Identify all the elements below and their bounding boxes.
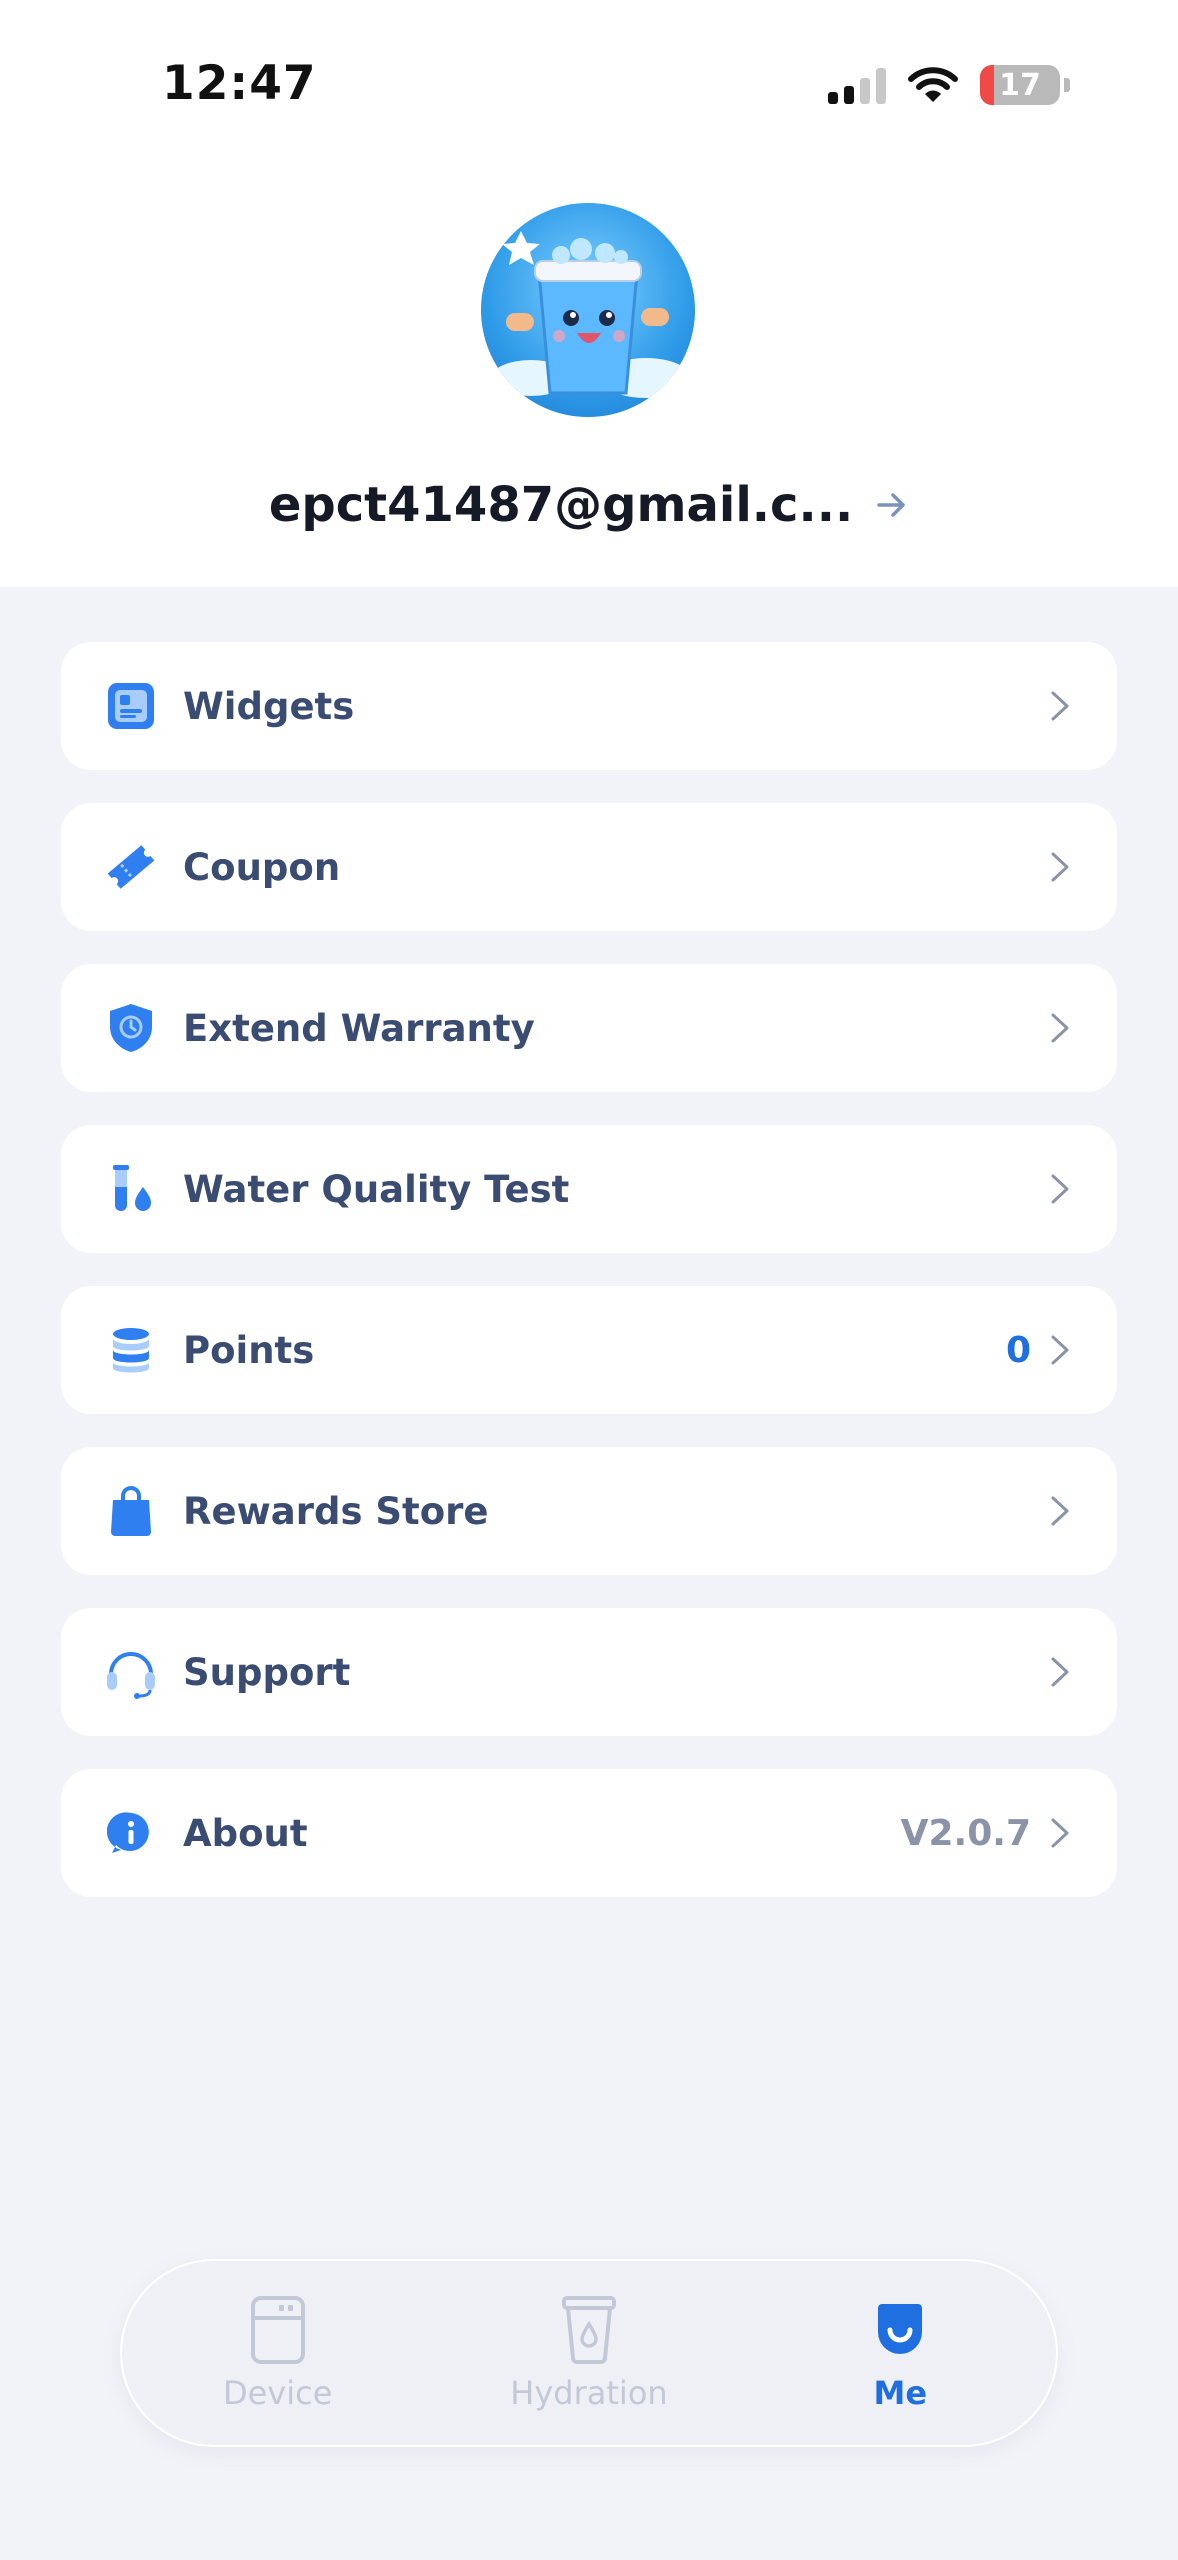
app-version: V2.0.7 xyxy=(900,1812,1031,1854)
tab-label: Hydration xyxy=(510,2374,668,2412)
tab-label: Me xyxy=(873,2374,928,2412)
status-time: 12:47 xyxy=(162,56,317,111)
bottom-tab-bar: Device Hydration Me xyxy=(120,2259,1058,2447)
device-icon xyxy=(250,2296,305,2364)
info-icon xyxy=(103,1805,159,1861)
test-tube-drop-icon xyxy=(103,1161,159,1217)
menu-item-water-quality-test[interactable]: Water Quality Test xyxy=(61,1125,1117,1253)
headset-icon xyxy=(103,1644,159,1700)
points-value: 0 xyxy=(1005,1329,1031,1371)
battery-level: 17 xyxy=(999,67,1041,103)
account-row[interactable]: epct41487@gmail.c... xyxy=(0,470,1178,540)
menu-item-label: Water Quality Test xyxy=(183,1167,570,1211)
battery-tip xyxy=(1064,78,1070,92)
widgets-icon xyxy=(103,678,159,734)
tab-hydration[interactable]: Hydration xyxy=(433,2294,744,2412)
chevron-right-icon xyxy=(1051,1657,1069,1687)
menu-item-rewards-store[interactable]: Rewards Store xyxy=(61,1447,1117,1575)
chevron-right-icon xyxy=(1051,1335,1069,1365)
wifi-icon xyxy=(908,67,958,102)
tab-label: Device xyxy=(222,2374,333,2412)
signal-icon xyxy=(828,66,886,104)
profile-header: 12:47 17 epct41487@gmail.c... xyxy=(0,0,1178,587)
menu-item-support[interactable]: Support xyxy=(61,1608,1117,1736)
water-cup-mascot-icon xyxy=(491,231,691,398)
status-indicators: 17 xyxy=(828,64,1070,106)
menu-item-label: Support xyxy=(183,1650,351,1694)
menu-item-label: Rewards Store xyxy=(183,1489,489,1533)
me-icon xyxy=(878,2304,923,2354)
chevron-right-icon xyxy=(1051,1496,1069,1526)
menu-item-coupon[interactable]: Coupon xyxy=(61,803,1117,931)
cup-icon xyxy=(561,2296,616,2364)
shopping-bag-icon xyxy=(103,1483,159,1539)
menu-item-about[interactable]: About V2.0.7 xyxy=(61,1769,1117,1897)
tab-device[interactable]: Device xyxy=(122,2294,433,2412)
settings-menu: Widgets Coupon Extend Warranty Water Qua… xyxy=(61,642,1117,1930)
menu-item-widgets[interactable]: Widgets xyxy=(61,642,1117,770)
menu-item-label: About xyxy=(183,1811,308,1855)
coins-icon xyxy=(103,1322,159,1378)
tab-me[interactable]: Me xyxy=(745,2294,1056,2412)
arrow-right-icon xyxy=(877,493,905,517)
coupon-icon xyxy=(103,839,159,895)
chevron-right-icon xyxy=(1051,1013,1069,1043)
chevron-right-icon xyxy=(1051,852,1069,882)
chevron-right-icon xyxy=(1051,1818,1069,1848)
battery-icon: 17 xyxy=(980,65,1060,105)
account-email: epct41487@gmail.c... xyxy=(268,477,854,533)
menu-item-extend-warranty[interactable]: Extend Warranty xyxy=(61,964,1117,1092)
menu-item-label: Coupon xyxy=(183,845,341,889)
avatar[interactable] xyxy=(481,203,695,417)
menu-item-label: Widgets xyxy=(183,684,355,728)
shield-icon xyxy=(103,1000,159,1056)
menu-item-points[interactable]: Points 0 xyxy=(61,1286,1117,1414)
chevron-right-icon xyxy=(1051,1174,1069,1204)
menu-item-label: Points xyxy=(183,1328,315,1372)
menu-item-label: Extend Warranty xyxy=(183,1006,535,1050)
chevron-right-icon xyxy=(1051,691,1069,721)
